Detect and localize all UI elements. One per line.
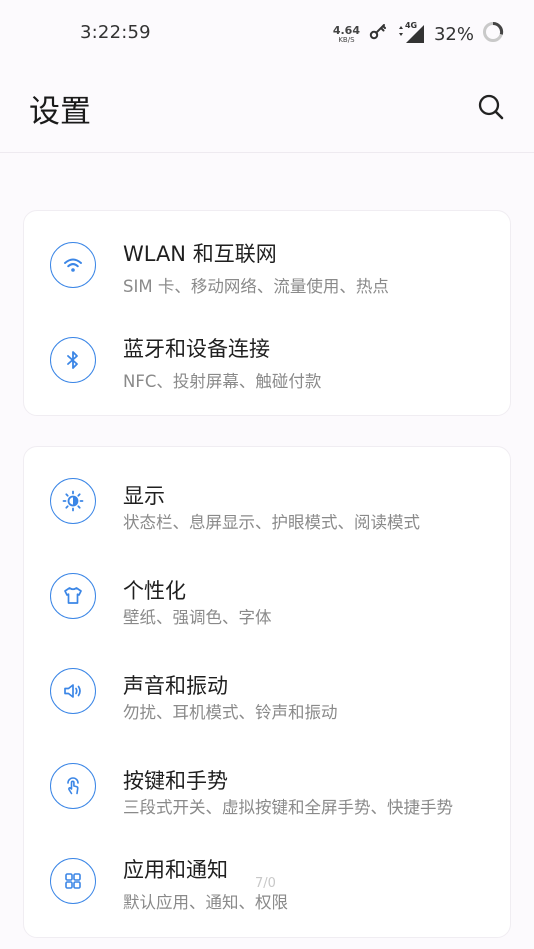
setting-item-subtitle: 默认应用、通知、权限 (123, 893, 288, 912)
network-speed: 4.64 KB/S (333, 25, 360, 44)
battery-ring-icon (482, 21, 504, 47)
setting-item-subtitle: 勿扰、耳机模式、铃声和振动 (123, 703, 338, 722)
gesture-icon (50, 763, 96, 809)
battery-percent: 32% (433, 23, 474, 45)
setting-item-wlan[interactable]: WLAN 和互联网 SIM 卡、移动网络、流量使用、热点 (24, 217, 510, 312)
setting-item-subtitle: 壁纸、强调色、字体 (123, 608, 272, 627)
setting-item-title: 声音和振动 (123, 674, 228, 698)
brightness-icon (50, 478, 96, 524)
wifi-icon (50, 242, 96, 288)
setting-item-subtitle: 三段式开关、虚拟按键和全屏手势、快捷手势 (123, 798, 453, 817)
status-bar: 3:22:59 4.64 KB/S 4G 32% (0, 0, 534, 66)
status-time: 3:22:59 (80, 22, 151, 43)
apps-grid-icon (50, 858, 96, 904)
setting-item-sound[interactable]: 声音和振动 勿扰、耳机模式、铃声和振动 (24, 643, 510, 738)
setting-item-subtitle: 状态栏、息屏显示、护眼模式、阅读模式 (123, 513, 420, 532)
status-icons: 4.64 KB/S 4G 32% (333, 20, 504, 48)
setting-item-title: 蓝牙和设备连接 (123, 337, 270, 361)
tshirt-icon (50, 573, 96, 619)
setting-item-buttons-gestures[interactable]: 按键和手势 三段式开关、虚拟按键和全屏手势、快捷手势 (24, 738, 510, 833)
search-icon (478, 94, 504, 120)
page-title: 设置 (29, 94, 91, 130)
setting-item-title: 个性化 (123, 579, 186, 603)
page-indicator: 7/0 (255, 876, 276, 891)
key-icon (368, 22, 388, 46)
setting-item-subtitle: SIM 卡、移动网络、流量使用、热点 (123, 277, 389, 296)
setting-item-title: WLAN 和互联网 (123, 242, 277, 266)
app-header: 设置 (0, 66, 534, 153)
network-speed-value: 4.64 (332, 23, 360, 37)
setting-item-display[interactable]: 显示 状态栏、息屏显示、护眼模式、阅读模式 (24, 453, 510, 548)
settings-group-device: 显示 状态栏、息屏显示、护眼模式、阅读模式 个性化 壁纸、强调色、字体 声音和振… (23, 446, 511, 938)
setting-item-title: 按键和手势 (123, 769, 228, 793)
network-type: 4G (404, 21, 418, 30)
settings-group-connectivity: WLAN 和互联网 SIM 卡、移动网络、流量使用、热点 蓝牙和设备连接 NFC… (23, 210, 511, 416)
bluetooth-icon (50, 337, 96, 383)
setting-item-title: 应用和通知 (123, 858, 228, 882)
signal-icon: 4G (396, 21, 426, 45)
search-button[interactable] (476, 92, 506, 122)
setting-item-personalization[interactable]: 个性化 壁纸、强调色、字体 (24, 548, 510, 643)
speaker-icon (50, 668, 96, 714)
setting-item-subtitle: NFC、投射屏幕、触碰付款 (123, 372, 322, 391)
network-speed-unit: KB/S (338, 35, 355, 44)
setting-item-bluetooth[interactable]: 蓝牙和设备连接 NFC、投射屏幕、触碰付款 (24, 312, 510, 407)
setting-item-title: 显示 (123, 484, 165, 508)
